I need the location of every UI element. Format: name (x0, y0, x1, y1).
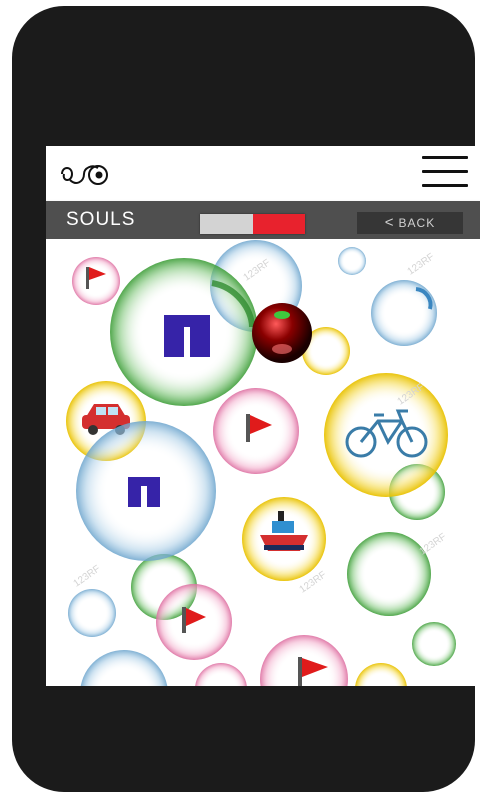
orb-highlight (274, 311, 290, 319)
orb-glow (272, 344, 292, 354)
swirl-eye-logo-icon[interactable] (58, 156, 116, 188)
blue-bubble[interactable] (80, 650, 168, 686)
blue-bubble[interactable] (371, 280, 437, 346)
phone-frame: SOULS < BACK 123RF 123RF 123RF 123RF 123… (12, 6, 480, 792)
pants-bubble[interactable] (76, 421, 216, 561)
progress-fill (252, 214, 305, 234)
bubbles-canvas (66, 240, 456, 686)
green-bubble[interactable] (412, 622, 456, 666)
top-bar (46, 146, 480, 201)
flag-bubble[interactable] (72, 257, 120, 305)
app-screen: SOULS < BACK 123RF 123RF 123RF 123RF 123… (46, 146, 480, 686)
chevron-left-icon: < (384, 214, 395, 231)
blue-bubble[interactable] (68, 589, 116, 637)
hamburger-menu-icon[interactable] (422, 154, 468, 190)
blue-bubble[interactable] (338, 247, 366, 275)
page-title: SOULS (66, 209, 136, 230)
souls-progress-bar (200, 214, 305, 234)
green-bubble[interactable] (347, 532, 431, 616)
pink-bubble[interactable] (195, 663, 247, 686)
back-label: BACK (398, 216, 436, 230)
back-button[interactable]: < BACK (357, 212, 463, 234)
bubble-field: 123RF 123RF 123RF 123RF 123RF 123RF (46, 239, 480, 686)
nav-bar: SOULS < BACK (46, 201, 480, 239)
yellow-bubble[interactable] (355, 663, 407, 686)
